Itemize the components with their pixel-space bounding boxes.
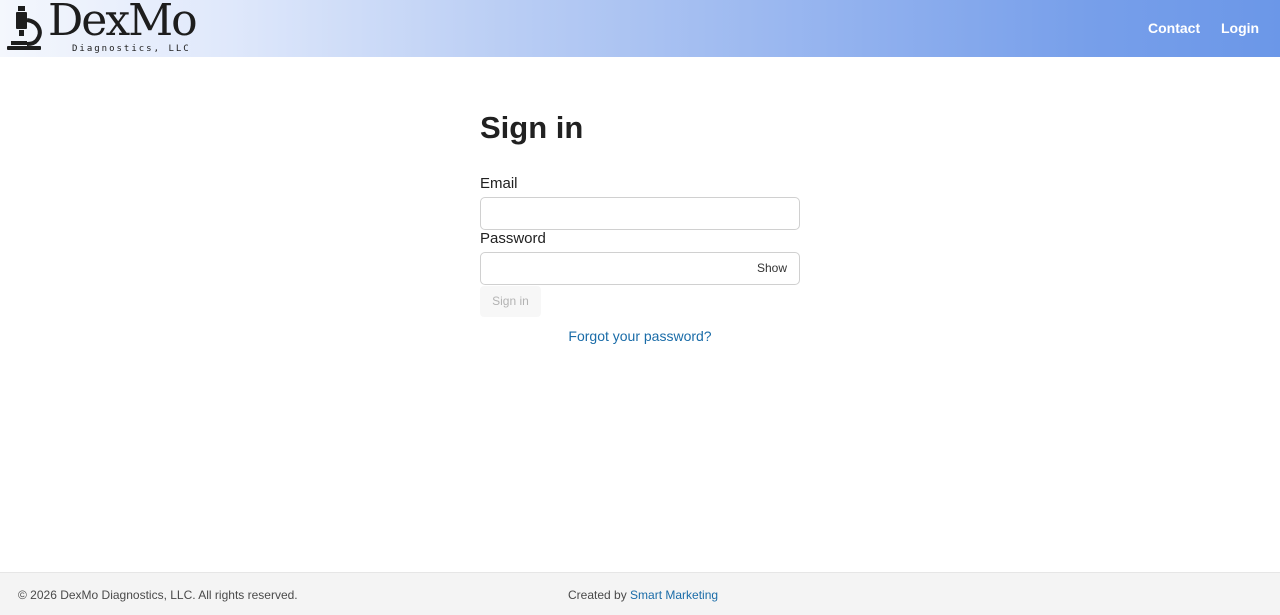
email-label: Email (480, 175, 518, 192)
password-label: Password (480, 230, 546, 247)
logo-wordmark: DexMo (48, 0, 198, 46)
show-password-button[interactable]: Show (748, 252, 796, 285)
nav-login-link[interactable]: Login (1221, 0, 1259, 57)
email-field[interactable] (480, 197, 800, 230)
credit-link[interactable]: Smart Marketing (630, 588, 718, 602)
page-title: Sign in (480, 110, 584, 145)
credit-prefix: Created by (568, 588, 627, 602)
site-footer: © 2026 DexMo Diagnostics, LLC. All right… (0, 572, 1280, 615)
microscope-icon (7, 6, 42, 50)
copyright-text: © 2026 DexMo Diagnostics, LLC. All right… (18, 588, 298, 602)
forgot-password-link[interactable]: Forgot your password? (480, 327, 800, 345)
logo-link[interactable]: DexMo Diagnostics, LLC (5, 0, 200, 57)
logo-subtitle: Diagnostics, LLC (72, 44, 191, 54)
credit-text: Created by Smart Marketing (568, 587, 718, 603)
nav-contact-link[interactable]: Contact (1148, 0, 1200, 57)
signin-button[interactable]: Sign in (480, 286, 541, 317)
site-header: DexMo Diagnostics, LLC Contact Login (0, 0, 1280, 57)
page: DexMo Diagnostics, LLC Contact Login Sig… (0, 0, 1280, 615)
